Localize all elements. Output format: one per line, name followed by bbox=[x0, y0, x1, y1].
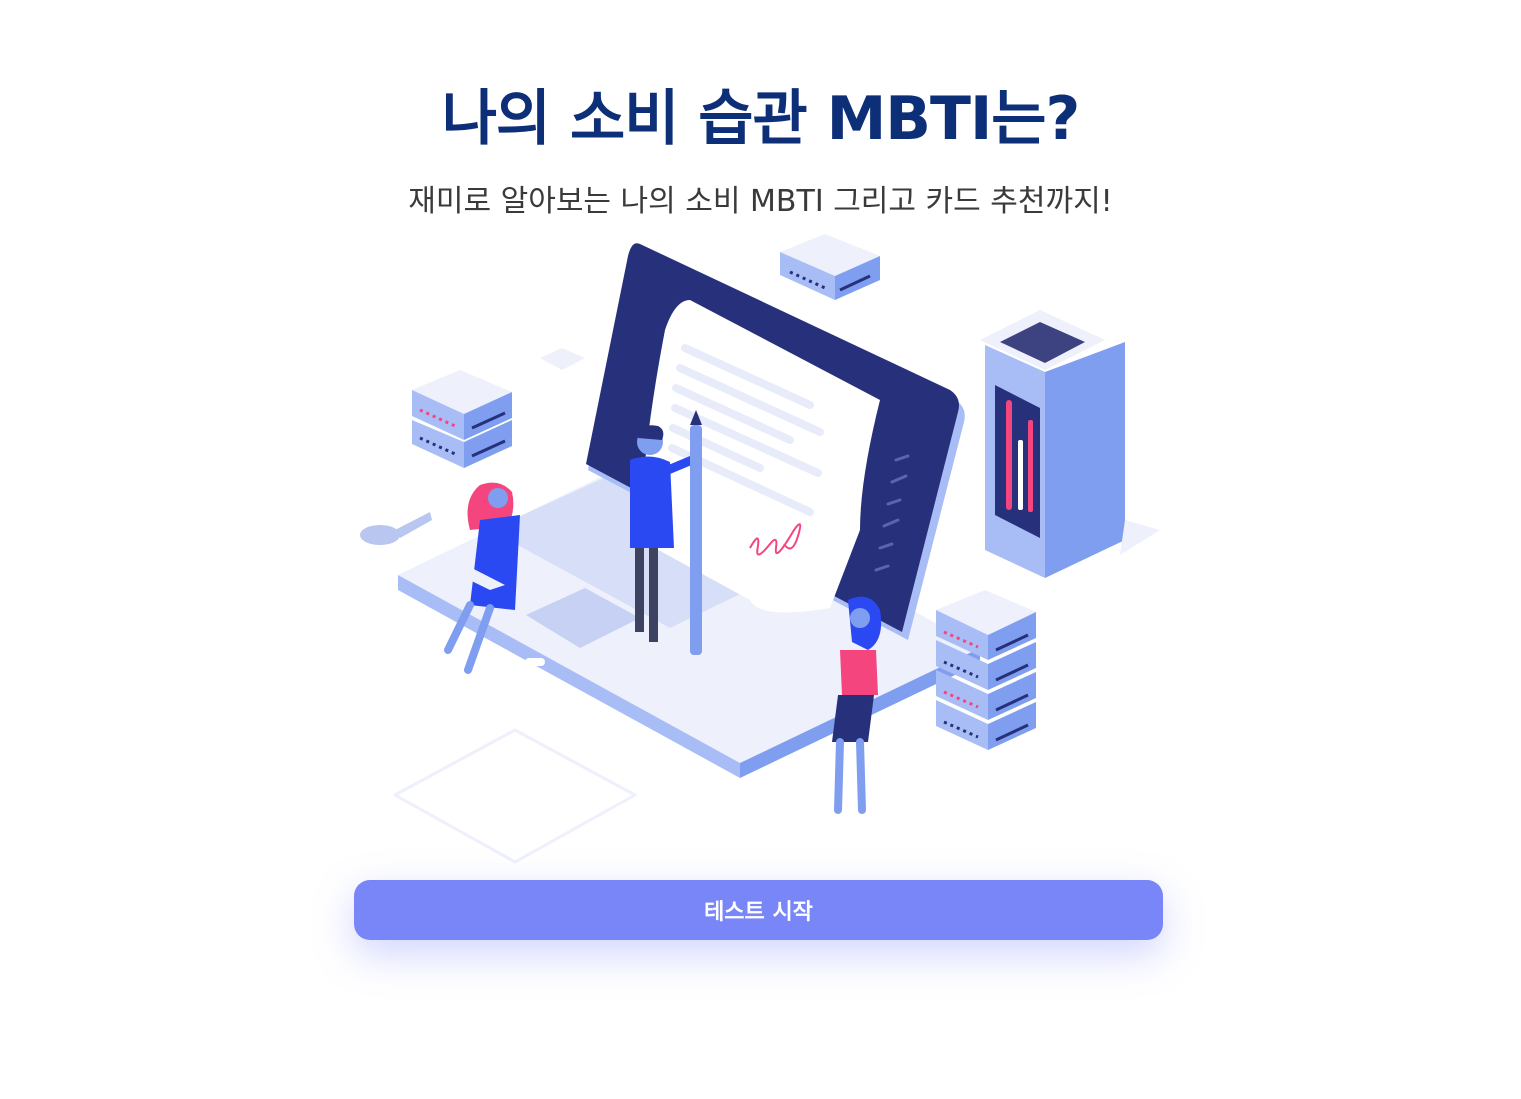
server-block-top bbox=[780, 234, 880, 300]
floating-tile bbox=[540, 348, 585, 370]
server-stack-left bbox=[412, 370, 512, 468]
server-stack-right bbox=[936, 590, 1036, 750]
server-tower-right bbox=[980, 310, 1160, 578]
floor-outline bbox=[393, 728, 637, 864]
key-icon bbox=[360, 512, 432, 545]
start-test-button[interactable]: 테스트 시작 bbox=[354, 880, 1163, 940]
page-subtitle: 재미로 알아보는 나의 소비 MBTI 그리고 카드 추천까지! bbox=[408, 184, 1113, 219]
page-title: 나의 소비 습관 MBTI는? bbox=[441, 84, 1081, 154]
hero-illustration bbox=[360, 234, 1160, 864]
